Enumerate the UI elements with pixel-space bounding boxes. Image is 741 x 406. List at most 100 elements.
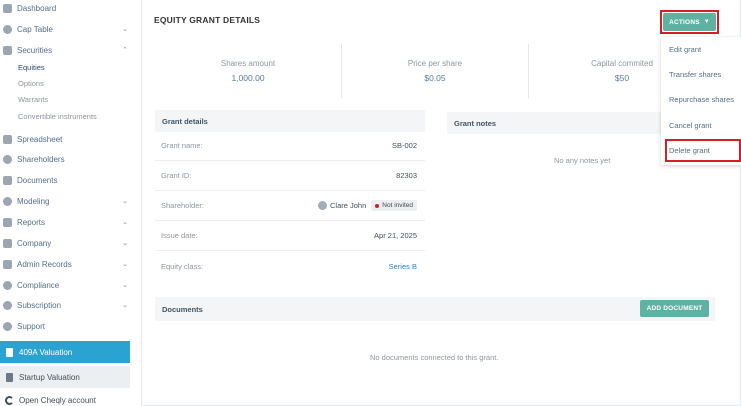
sidebar-item-reports[interactable]: Reports ⌄ [0, 212, 134, 232]
sidebar-item-dashboard[interactable]: Dashboard [0, 0, 134, 18]
stat-shares-amount: Shares amount 1,000.00 [155, 44, 341, 98]
sidebar-item-cap-table[interactable]: Cap Table ⌄ [0, 19, 134, 39]
sidebar-item-company[interactable]: Company ⌄ [0, 233, 134, 253]
cheqly-label: Open Cheqly account [19, 395, 96, 405]
sidebar-item-label: Modeling [17, 196, 50, 206]
building-icon [3, 238, 12, 248]
menu-item-repurchase-shares[interactable]: Repurchase shares [669, 93, 734, 105]
sidebar-item-label: Documents [17, 175, 58, 185]
avatar [318, 201, 327, 210]
lightbulb-icon [3, 196, 12, 206]
chevron-down-icon: ⌄ [122, 26, 128, 33]
detail-row-shareholder: Shareholder: Clare John Not invited [155, 191, 425, 221]
records-icon [3, 259, 12, 269]
support-icon [3, 321, 12, 331]
chevron-down-icon: ⌄ [122, 240, 128, 247]
menu-item-edit-grant[interactable]: Edit grant [669, 43, 701, 55]
sidebar-item-label: Cap Table [17, 24, 53, 34]
chevron-down-icon: ⌄ [122, 219, 128, 226]
document-icon [3, 45, 12, 55]
status-badge: Not invited [371, 200, 417, 211]
grant-details-heading: Grant details [155, 110, 425, 132]
sidebar-subitem-convertible-instruments[interactable]: Convertible instruments [18, 109, 97, 123]
detail-label: Issue date: [161, 231, 198, 240]
sidebar-subitem-warrants[interactable]: Warrants [18, 92, 48, 106]
shareholder-value: Clare John Not invited [318, 200, 425, 211]
sidebar-item-subscription[interactable]: Subscription ⌄ [0, 295, 134, 315]
sidebar-item-label: Company [17, 238, 52, 248]
sidebar-item-label: Spreadsheet [17, 134, 63, 144]
sidebar-item-shareholders[interactable]: Shareholders [0, 149, 134, 169]
detail-row-grant-name: Grant name: SB-002 [155, 131, 425, 161]
detail-value: 82303 [396, 171, 417, 180]
sidebar-item-support[interactable]: Support [0, 316, 134, 336]
sidebar-item-label: Subscription [17, 300, 62, 310]
delete-grant-highlight [665, 139, 741, 162]
cheqly-logo-icon [5, 395, 14, 405]
folder-icon [3, 175, 12, 185]
sidebar-item-label: Shareholders [17, 154, 65, 164]
sidebar-item-securities[interactable]: Securities ⌃ [0, 40, 134, 60]
shield-icon [3, 280, 12, 290]
stat-label: Shares amount [220, 59, 276, 68]
add-document-button[interactable]: ADD DOCUMENT [640, 300, 709, 317]
stat-price-per-share: Price per share $0.05 [342, 44, 528, 98]
sidebar-item-label: Support [17, 321, 46, 331]
detail-label: Grant ID: [161, 171, 192, 180]
detail-label: Grant name: [161, 141, 203, 150]
chevron-down-icon: ⌄ [122, 302, 128, 309]
detail-label: Equity class: [161, 261, 204, 271]
menu-item-cancel-grant[interactable]: Cancel grant [669, 119, 712, 131]
menu-item-transfer-shares[interactable]: Transfer shares [669, 68, 721, 80]
divider [341, 44, 342, 98]
startup-valuation-label: Startup Valuation [19, 372, 80, 382]
detail-value: Apr 21, 2025 [374, 231, 417, 240]
document-icon [6, 372, 13, 382]
equity-class-link[interactable]: Series B [389, 262, 425, 271]
detail-row-equity-class: Equity class: Series B [155, 251, 425, 281]
sidebar-item-modeling[interactable]: Modeling ⌄ [0, 191, 134, 211]
sidebar: Dashboard Cap Table ⌄ Securities ⌃ Equit… [0, 0, 134, 406]
chevron-down-icon: ⌄ [122, 198, 128, 205]
actions-highlight [660, 10, 719, 34]
report-icon [3, 217, 12, 227]
divider [528, 44, 529, 98]
grant-details-card: EQUITY GRANT DETAILS ACTIONS ▼ Shares am… [141, 0, 741, 406]
subscription-icon [3, 300, 12, 310]
chevron-down-icon: ⌄ [122, 282, 128, 289]
sidebar-item-compliance[interactable]: Compliance ⌄ [0, 275, 134, 295]
sidebar-item-label: Compliance [17, 280, 60, 290]
shareholder-name[interactable]: Clare John [330, 201, 366, 210]
sidebar-item-label: Dashboard [17, 3, 57, 13]
sidebar-subitem-equities[interactable]: Equities [18, 60, 45, 74]
sidebar-item-documents[interactable]: Documents [0, 170, 134, 190]
documents-heading: Documents [155, 297, 715, 321]
sidebar-item-label: Admin Records [17, 259, 72, 269]
status-dot-icon [375, 203, 380, 208]
detail-label: Shareholder: [161, 201, 204, 210]
sidebar-item-label: Securities [17, 45, 53, 55]
sidebar-item-spreadsheet[interactable]: Spreadsheet [0, 129, 134, 149]
detail-row-issue-date: Issue date: Apr 21, 2025 [155, 221, 425, 251]
chevron-down-icon: ⌄ [122, 261, 128, 268]
user-icon [3, 154, 12, 164]
sidebar-item-label: Reports [17, 217, 46, 227]
stat-value: 1,000.00 [231, 73, 265, 83]
grant-stats: Shares amount 1,000.00 Price per share $… [142, 44, 741, 98]
detail-row-grant-id: Grant ID: 82303 [155, 161, 425, 191]
stat-label: Price per share [407, 59, 463, 68]
page-title: EQUITY GRANT DETAILS [154, 15, 261, 25]
pie-chart-icon [3, 24, 12, 34]
documents-empty-text: No documents connected to this grant. [370, 353, 499, 362]
dashboard-icon [3, 3, 12, 13]
409a-valuation-button[interactable]: 409A Valuation [0, 341, 130, 363]
sidebar-item-admin-records[interactable]: Admin Records ⌄ [0, 254, 134, 274]
chevron-up-icon: ⌃ [122, 47, 128, 54]
open-cheqly-account-link[interactable]: Open Cheqly account [0, 392, 96, 406]
409a-valuation-label: 409A Valuation [19, 347, 73, 357]
status-badge-label: Not invited [382, 202, 413, 209]
spreadsheet-icon [3, 134, 12, 144]
sidebar-subitem-options[interactable]: Options [18, 76, 44, 90]
startup-valuation-button[interactable]: Startup Valuation [0, 366, 130, 388]
document-icon [6, 347, 13, 357]
